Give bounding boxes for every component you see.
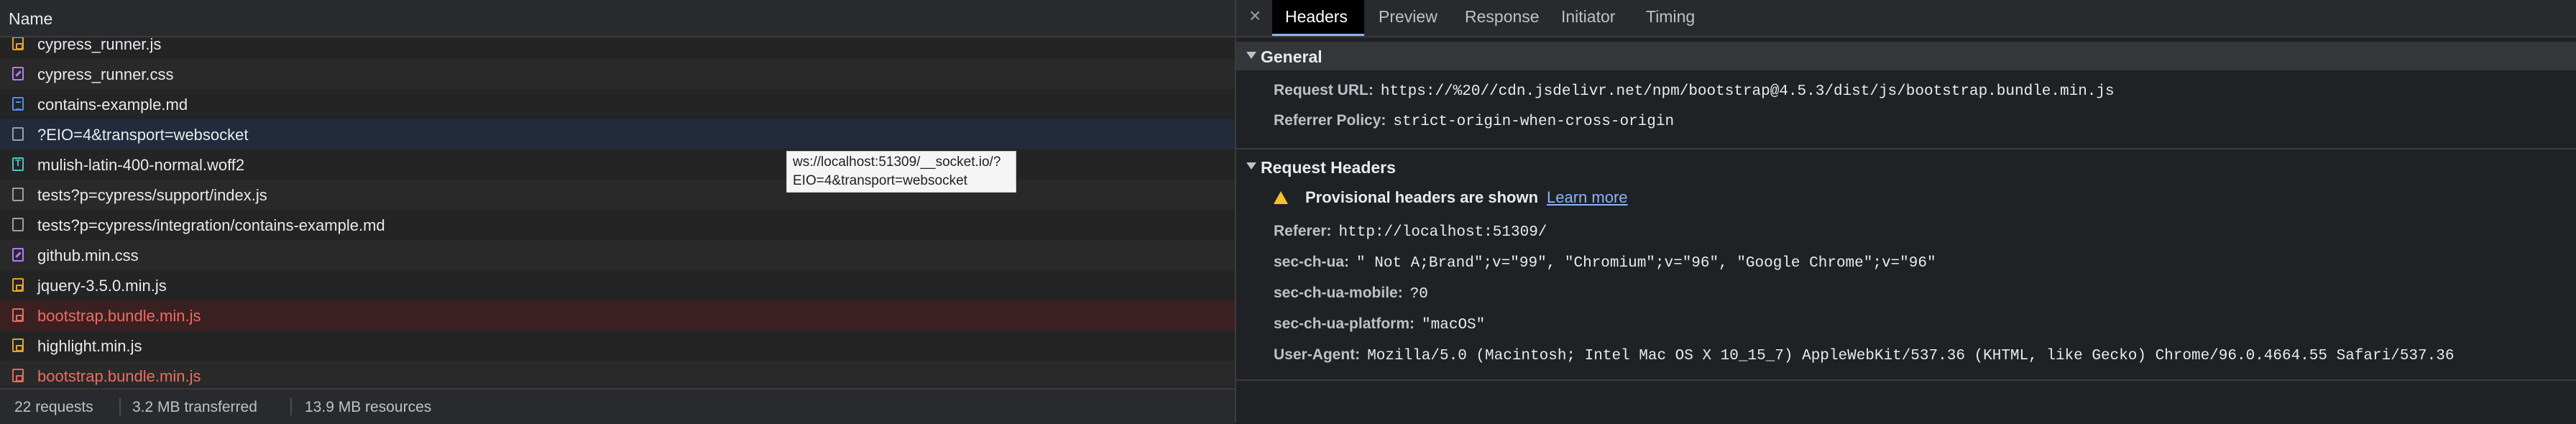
close-icon[interactable]: ×: [1249, 4, 1261, 27]
request-list: cypress_runner.js cypress_runner.css con…: [0, 29, 1235, 387]
css-file-icon: [12, 67, 24, 80]
js-file-error-icon: [12, 308, 24, 322]
tab-preview[interactable]: Preview: [1366, 0, 1450, 36]
request-row[interactable]: tests?p=cypress/support/index.js: [0, 180, 1235, 210]
tooltip-line: EIO=4&transport=websocket: [793, 173, 967, 188]
status-divider: [290, 398, 292, 415]
referrer-policy-row: Referrer Policy: strict-origin-when-cross…: [1274, 112, 1674, 130]
request-name: tests?p=cypress/support/index.js: [37, 186, 267, 204]
sec-ch-ua-platform-row: sec-ch-ua-platform: "macOS": [1274, 315, 1485, 333]
request-name: highlight.min.js: [37, 337, 142, 355]
requests-count: 22 requests: [14, 399, 93, 415]
tab-headers[interactable]: Headers: [1272, 0, 1364, 36]
request-row[interactable]: github.min.css: [0, 240, 1235, 270]
url-tooltip: ws://localhost:51309/__socket.io/? EIO=4…: [786, 151, 1016, 193]
request-name: github.min.css: [37, 246, 139, 264]
request-name: bootstrap.bundle.min.js: [37, 307, 201, 325]
request-name: jquery-3.5.0.min.js: [37, 277, 167, 295]
request-headers-section-header[interactable]: Request Headers: [1236, 152, 2576, 181]
request-name: cypress_runner.js: [37, 35, 162, 53]
request-row[interactable]: highlight.min.js: [0, 331, 1235, 361]
document-file-icon: [12, 97, 24, 111]
sec-ch-ua-platform-key: sec-ch-ua-platform:: [1274, 315, 1415, 332]
referer-row: Referer: http://localhost:51309/: [1274, 223, 1547, 241]
details-tab-bar: × Headers Preview Response Initiator Tim…: [1236, 0, 2576, 37]
request-url-value[interactable]: https://%20//cdn.jsdelivr.net/npm/bootst…: [1381, 83, 2115, 100]
sec-ch-ua-row: sec-ch-ua: " Not A;Brand";v="99", "Chromi…: [1274, 254, 1936, 272]
referer-value[interactable]: http://localhost:51309/: [1339, 224, 1547, 241]
section-divider: [1236, 379, 2576, 381]
provisional-headers-warning: Provisional headers are shown Learn more: [1274, 188, 1628, 207]
general-section-header[interactable]: General: [1236, 42, 2576, 70]
request-row[interactable]: contains-example.md: [0, 89, 1235, 119]
request-url-key: Request URL:: [1274, 82, 1374, 98]
js-file-icon: [12, 338, 24, 352]
transferred-size: 3.2 MB transferred: [132, 399, 257, 415]
name-column-label: Name: [9, 9, 53, 28]
warning-icon: [1274, 191, 1288, 204]
devtools-network-panel: cypress_runner.js cypress_runner.css con…: [0, 0, 2576, 424]
js-file-icon: [12, 37, 24, 50]
name-column-header[interactable]: Name: [0, 0, 1235, 37]
request-row-selected[interactable]: ?EIO=4&transport=websocket: [0, 119, 1235, 149]
user-agent-row: User-Agent: Mozilla/5.0 (Macintosh; Intel…: [1274, 346, 2454, 364]
font-file-icon: [12, 157, 24, 171]
collapse-triangle-icon: [1246, 52, 1256, 59]
sec-ch-ua-mobile-value[interactable]: ?0: [1410, 286, 1428, 303]
css-file-icon: [12, 248, 24, 262]
request-name: cypress_runner.css: [37, 65, 174, 83]
request-row[interactable]: jquery-3.5.0.min.js: [0, 270, 1235, 300]
request-row[interactable]: mulish-latin-400-normal.woff2: [0, 149, 1235, 180]
websocket-icon: [12, 127, 24, 141]
status-divider: [119, 398, 121, 415]
request-url-row: Request URL: https://%20//cdn.jsdelivr.ne…: [1274, 82, 2115, 100]
sec-ch-ua-mobile-row: sec-ch-ua-mobile: ?0: [1274, 285, 1428, 303]
section-divider: [1236, 148, 2576, 149]
user-agent-key: User-Agent:: [1274, 346, 1361, 363]
tab-response[interactable]: Response: [1452, 0, 1552, 36]
request-headers-title: Request Headers: [1261, 158, 1396, 177]
request-name: mulish-latin-400-normal.woff2: [37, 156, 245, 174]
sec-ch-ua-key: sec-ch-ua:: [1274, 254, 1350, 270]
referrer-policy-value[interactable]: strict-origin-when-cross-origin: [1393, 114, 1674, 130]
request-row-error[interactable]: bootstrap.bundle.min.js: [0, 300, 1235, 331]
request-details-pane: × Headers Preview Response Initiator Tim…: [1236, 0, 2576, 423]
request-row[interactable]: cypress_runner.css: [0, 59, 1235, 89]
request-row-error[interactable]: bootstrap.bundle.min.js: [0, 361, 1235, 387]
resources-size: 13.9 MB resources: [305, 399, 432, 415]
user-agent-value[interactable]: Mozilla/5.0 (Macintosh; Intel Mac OS X 1…: [1367, 348, 2454, 364]
general-section-title: General: [1261, 47, 1322, 66]
learn-more-link[interactable]: Learn more: [1547, 188, 1628, 206]
tooltip-line: ws://localhost:51309/__socket.io/?: [793, 155, 1001, 170]
sec-ch-ua-mobile-key: sec-ch-ua-mobile:: [1274, 285, 1403, 301]
request-name: tests?p=cypress/integration/contains-exa…: [37, 216, 385, 234]
referer-key: Referer:: [1274, 223, 1332, 239]
request-name: ?EIO=4&transport=websocket: [37, 126, 249, 144]
document-icon: [12, 188, 24, 201]
collapse-triangle-icon: [1246, 162, 1256, 170]
document-icon: [12, 218, 24, 231]
status-bar: 22 requests 3.2 MB transferred 13.9 MB r…: [0, 388, 1235, 424]
sec-ch-ua-platform-value[interactable]: "macOS": [1422, 317, 1485, 333]
referrer-policy-key: Referrer Policy:: [1274, 112, 1386, 129]
request-name: bootstrap.bundle.min.js: [37, 367, 201, 385]
request-name: contains-example.md: [37, 96, 188, 114]
tab-initiator[interactable]: Initiator: [1548, 0, 1628, 36]
warning-text: Provisional headers are shown: [1305, 188, 1539, 206]
sec-ch-ua-value[interactable]: " Not A;Brand";v="99", "Chromium";v="96"…: [1356, 255, 1936, 272]
tab-timing[interactable]: Timing: [1633, 0, 1708, 36]
js-file-icon: [12, 278, 24, 292]
request-row[interactable]: tests?p=cypress/integration/contains-exa…: [0, 210, 1235, 240]
js-file-error-icon: [12, 369, 24, 382]
request-list-pane: cypress_runner.js cypress_runner.css con…: [0, 0, 1236, 424]
